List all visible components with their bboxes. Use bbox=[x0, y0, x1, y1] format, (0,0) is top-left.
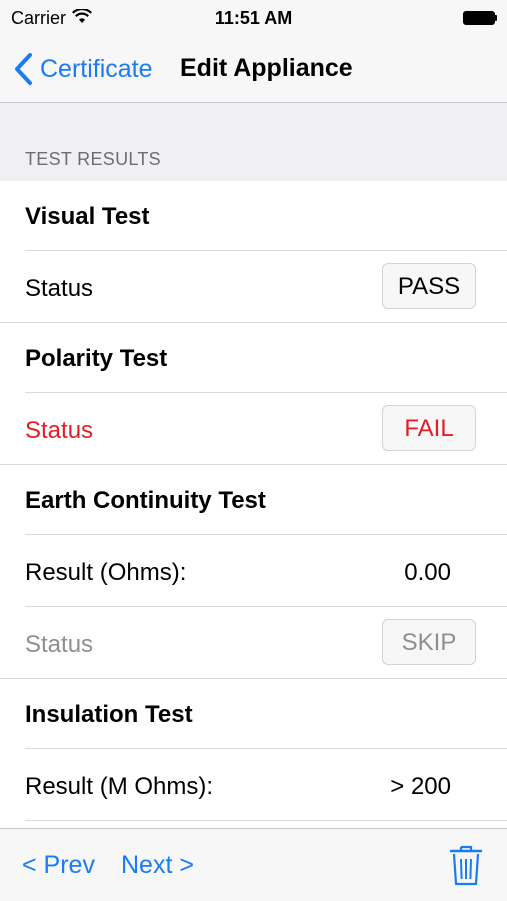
earth-test-title: Earth Continuity Test bbox=[25, 487, 266, 514]
earth-test-result-value[interactable]: 0.00 bbox=[404, 559, 451, 587]
earth-test-result-row[interactable]: Result (Ohms): 0.00 bbox=[0, 535, 507, 607]
back-button[interactable]: Certificate bbox=[12, 52, 153, 86]
section-header-label: TEST RESULTS bbox=[25, 149, 161, 169]
polarity-test-title: Polarity Test bbox=[25, 345, 168, 372]
page-title: Edit Appliance bbox=[180, 54, 353, 82]
insulation-test-result-row[interactable]: Result (M Ohms): > 200 bbox=[0, 749, 507, 821]
polarity-test-status-row: Status FAIL bbox=[0, 393, 507, 465]
bottom-toolbar: < Prev Next > bbox=[0, 828, 507, 901]
visual-test-title: Visual Test bbox=[25, 203, 150, 230]
clock: 11:51 AM bbox=[214, 8, 293, 28]
test-results-list: Visual Test Status PASS Polarity Test St… bbox=[0, 181, 507, 821]
navigation-bar: Certificate Edit Appliance bbox=[0, 36, 507, 103]
earth-test-result-label: Result (Ohms): bbox=[25, 559, 187, 586]
polarity-test-header: Polarity Test bbox=[0, 323, 507, 393]
insulation-test-title: Insulation Test bbox=[25, 701, 193, 728]
earth-test-status-label: Status bbox=[25, 631, 94, 658]
visual-test-header: Visual Test bbox=[0, 181, 507, 251]
back-button-label: Certificate bbox=[40, 54, 153, 83]
polarity-test-status-button[interactable]: FAIL bbox=[382, 405, 476, 451]
visual-test-status-label: Status bbox=[25, 275, 94, 302]
status-bar: Carrier 11:51 AM bbox=[0, 0, 507, 36]
prev-button[interactable]: < Prev bbox=[22, 851, 95, 880]
earth-test-header: Earth Continuity Test bbox=[0, 465, 507, 535]
visual-test-status-button[interactable]: PASS bbox=[382, 263, 476, 309]
visual-test-status-row: Status PASS bbox=[0, 251, 507, 323]
insulation-test-header: Insulation Test bbox=[0, 679, 507, 749]
battery-icon bbox=[463, 11, 497, 25]
insulation-test-result-value[interactable]: > 200 bbox=[390, 773, 451, 801]
back-chevron-icon bbox=[15, 53, 32, 85]
polarity-test-status-label: Status bbox=[25, 417, 94, 444]
next-button[interactable]: Next > bbox=[121, 851, 194, 880]
earth-test-status-button[interactable]: SKIP bbox=[382, 619, 476, 665]
earth-test-status-row: Status SKIP bbox=[0, 607, 507, 679]
insulation-test-result-label: Result (M Ohms): bbox=[25, 773, 214, 800]
section-header: TEST RESULTS bbox=[0, 103, 507, 181]
trash-icon[interactable] bbox=[449, 843, 483, 887]
